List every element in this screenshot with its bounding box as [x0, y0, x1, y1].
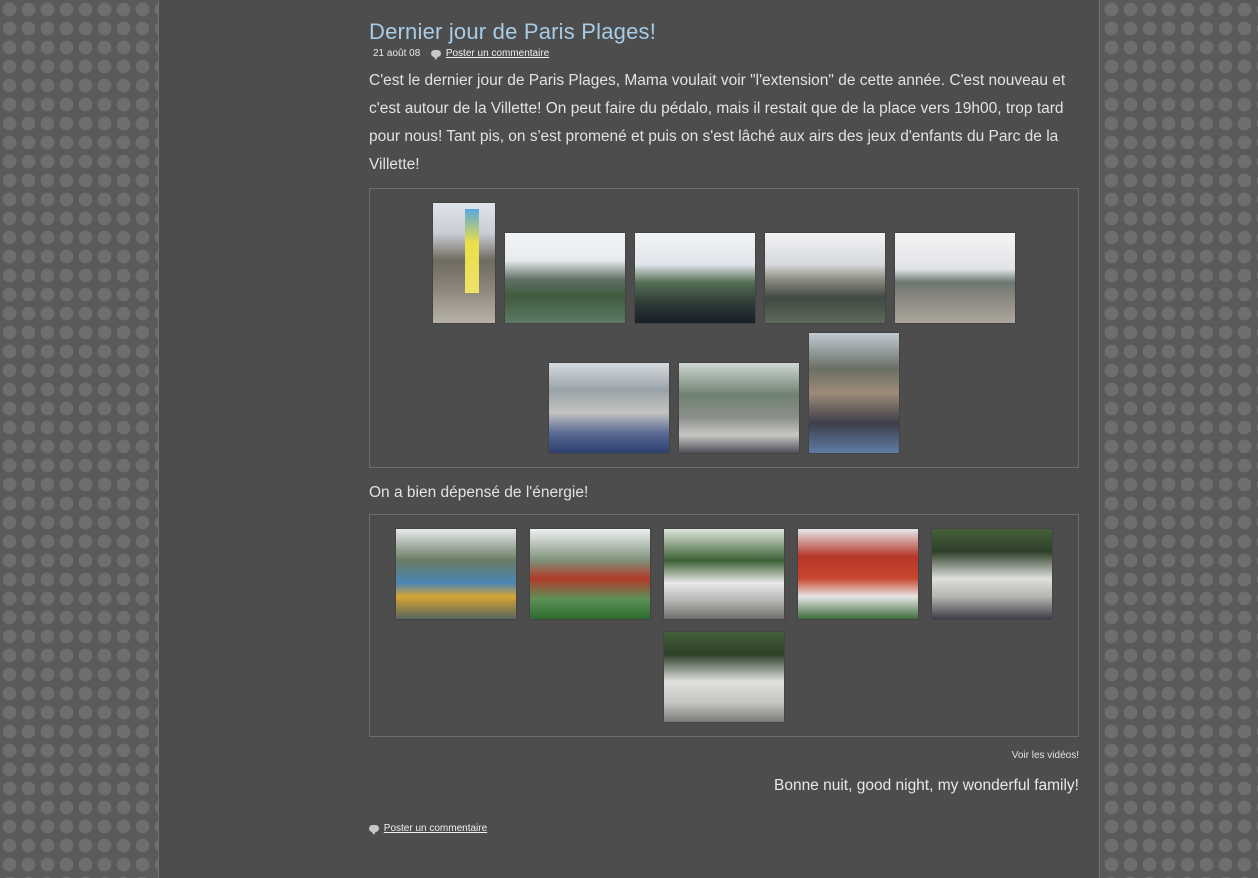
videos-link[interactable]: Voir les vidéos! [1012, 750, 1079, 761]
photo-thumbnail[interactable] [932, 529, 1052, 619]
speech-bubble-icon [369, 825, 379, 835]
post-meta: 21 août 08 Poster un commentaire [369, 46, 1079, 62]
videos-link-row: Voir les vidéos! [369, 750, 1079, 761]
post-body: C'est le dernier jour de Paris Plages, M… [369, 72, 1066, 173]
photo-thumbnail[interactable] [530, 529, 650, 619]
photo-thumbnail[interactable] [396, 529, 516, 619]
photo-gallery-paris-plages [369, 188, 1079, 468]
photo-thumbnail[interactable] [798, 529, 918, 619]
closing-text: Bonne nuit, good night, my wonderful fam… [773, 777, 1079, 794]
post-date: 21 août 08 [373, 48, 421, 59]
photo-thumbnail[interactable] [765, 233, 885, 323]
photo-thumbnail[interactable] [549, 363, 669, 453]
gallery-row [370, 632, 1078, 722]
gallery-row [370, 203, 1078, 323]
gallery-row [370, 333, 1078, 453]
photo-gallery-playground [369, 514, 1079, 737]
photo-thumbnail[interactable] [635, 233, 755, 323]
photo-thumbnail[interactable] [433, 203, 495, 323]
page-container: Dernier jour de Paris Plages! 21 août 08… [158, 0, 1100, 878]
blog-post: Dernier jour de Paris Plages! 21 août 08… [369, 0, 1079, 835]
gallery-caption: On a bien dépensé de l'énergie! [369, 484, 589, 501]
post-title: Dernier jour de Paris Plages! [369, 19, 657, 44]
photo-thumbnail[interactable] [809, 333, 899, 453]
photo-thumbnail[interactable] [679, 363, 799, 453]
photo-thumbnail[interactable] [505, 233, 625, 323]
post-comment-link[interactable]: Poster un commentaire [446, 48, 549, 59]
speech-bubble-icon [431, 50, 442, 60]
footer-comment-link[interactable]: Poster un commentaire [384, 823, 487, 834]
post-footer: Poster un commentaire [369, 823, 1079, 835]
photo-thumbnail[interactable] [664, 529, 784, 619]
photo-thumbnail[interactable] [895, 233, 1015, 323]
gallery-row [370, 529, 1078, 619]
photo-thumbnail[interactable] [664, 632, 784, 722]
